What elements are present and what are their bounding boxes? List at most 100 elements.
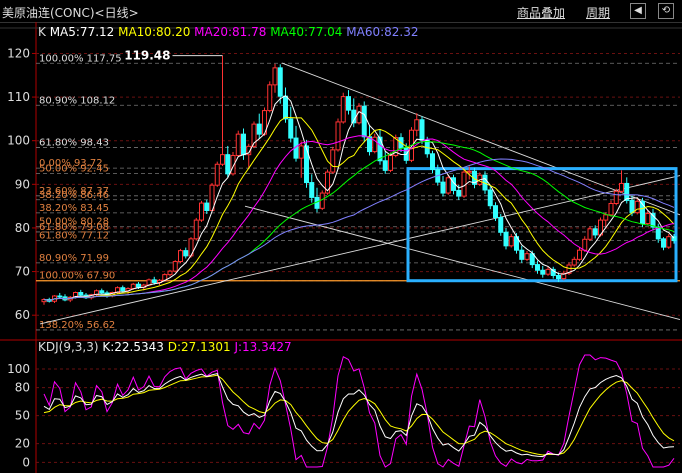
fib-label: 61.80% 77.12: [39, 231, 109, 242]
ma10-line: [43, 116, 675, 301]
candle-body: [587, 228, 593, 240]
candle-body: [666, 236, 672, 248]
ma5-line: [43, 95, 675, 301]
compare-button[interactable]: 商品叠加: [517, 4, 565, 21]
candle-body: [498, 216, 504, 233]
candle-body: [524, 253, 530, 260]
candle-body: [283, 95, 288, 120]
y-tick-label: 120: [7, 46, 30, 60]
candle-body: [193, 219, 199, 240]
kdj-j-line: [43, 354, 675, 468]
ma40-line: [43, 140, 675, 301]
candle-body: [99, 290, 105, 294]
candle-body: [545, 268, 551, 275]
candle-body: [493, 205, 498, 218]
candle-body: [445, 177, 451, 194]
fib-label: 100.00% 67.90: [39, 271, 115, 282]
candle-body: [440, 181, 446, 194]
candle-body: [136, 283, 141, 288]
annotations: 119.48: [124, 49, 223, 63]
candle-body: [267, 84, 273, 112]
candle-body: [556, 274, 561, 280]
candle-body: [256, 123, 262, 135]
candle-body: [466, 170, 472, 173]
candle-body: [419, 119, 425, 141]
legend-ma20: MA20:81.78: [194, 25, 270, 39]
candle-body: [214, 163, 220, 186]
candle-body: [78, 292, 84, 296]
candle-body: [645, 213, 651, 225]
kdj-tick-label: 50: [15, 409, 30, 423]
legend-k: K:22.5343: [102, 340, 167, 354]
candle-body: [414, 119, 420, 131]
y-tick-label: 100: [7, 134, 30, 148]
candle-body: [220, 154, 225, 165]
candle-body: [571, 258, 577, 266]
candle-body: [661, 238, 666, 248]
candle-body: [603, 214, 609, 221]
candle-body: [57, 295, 63, 298]
candle-body: [456, 189, 462, 197]
ma60-line: [43, 158, 675, 301]
legend-ma60: MA60:82.32: [346, 25, 418, 39]
fib-label: 61.80% 98.43: [39, 138, 109, 149]
y-tick-label: 90: [15, 177, 30, 191]
kdj-tick-label: 0: [22, 455, 30, 469]
fib-label: 50.00% 92.45: [39, 164, 109, 175]
title-bar: 美原油连(CONC)<日线> 商品叠加 周期 ◀ ⟲: [0, 0, 682, 23]
fib-label: 80.90% 108.12: [39, 95, 115, 106]
candle-body: [613, 190, 619, 205]
resistance-trendline: [281, 62, 681, 216]
chart-area: 60 70 80 90 100 110 120 0 20 50 80 100 100.00% 117.…: [0, 22, 682, 473]
candle-body: [277, 67, 283, 97]
candle-body: [335, 121, 341, 151]
candle-body: [288, 118, 294, 139]
candle-body: [382, 160, 388, 171]
main-legend: K MA5:77.12 MA10:80.20 MA20:81.78 MA40:7…: [38, 25, 418, 39]
candle-body: [272, 67, 278, 86]
kdj-panel: [43, 354, 675, 468]
candle-body: [120, 287, 126, 292]
candle-body: [430, 153, 435, 170]
candle-body: [298, 145, 304, 159]
candle-body: [241, 133, 246, 156]
moving-averages: [43, 95, 675, 301]
legend-j: J:13.3427: [233, 340, 291, 354]
candle-body: [577, 249, 582, 260]
candle-body: [634, 200, 640, 214]
legend-ma10: MA10:80.20: [118, 25, 194, 39]
candle-body: [629, 199, 635, 214]
kdj-tick-label: 100: [7, 362, 30, 376]
candle-body: [309, 182, 315, 198]
candle-body: [519, 249, 525, 260]
candle-body: [172, 261, 178, 272]
candle-body: [624, 182, 630, 201]
candle-body: [540, 269, 546, 275]
candle-body: [361, 105, 367, 138]
legend-ma40: MA40:77.04: [270, 25, 346, 39]
y-tick-label: 110: [7, 90, 30, 104]
legend-d: D:27.1301: [168, 340, 235, 354]
candle-body: [340, 96, 346, 123]
candle-body: [151, 279, 157, 283]
candle-body: [130, 283, 136, 290]
legend-ma5: MA5:77.12: [50, 25, 118, 39]
candle-body: [487, 189, 493, 207]
candle-body: [178, 250, 183, 263]
kdj-tick-label: 20: [15, 437, 30, 451]
candle-body: [582, 238, 588, 251]
candle-body: [346, 96, 351, 111]
candle-body: [235, 133, 241, 157]
prev-arrow-icon[interactable]: ◀: [630, 3, 646, 19]
candle-body: [204, 202, 210, 211]
y-tick-label: 70: [15, 265, 30, 279]
peak-label: 119.48: [124, 49, 170, 63]
kdj-legend: KDJ(9,3,3) K:22.5343 D:27.1301 J:13.3427: [38, 340, 292, 354]
ma20-line: [43, 135, 675, 301]
window-title: 美原油连(CONC)<日线>: [2, 6, 139, 20]
refresh-icon[interactable]: ⟲: [658, 3, 674, 19]
candle-body: [330, 149, 336, 173]
fib-label: 80.90% 71.99: [39, 253, 109, 264]
period-button[interactable]: 周期: [586, 4, 610, 21]
candle-body: [508, 236, 514, 247]
